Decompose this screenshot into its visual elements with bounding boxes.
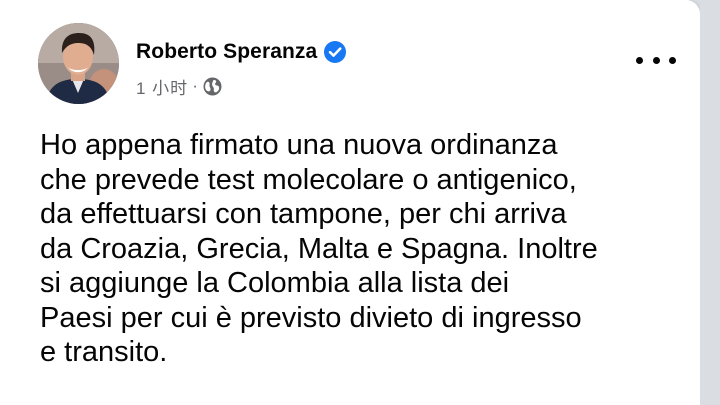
avatar-photo [38, 23, 119, 104]
more-options-icon[interactable] [636, 48, 676, 72]
author-name[interactable]: Roberto Speranza [136, 40, 317, 64]
more-dot [652, 56, 660, 64]
post-card: Roberto Speranza 1 小时 · Ho appena firmat… [0, 0, 700, 405]
meta-separator: · [192, 76, 198, 95]
globe-icon[interactable] [203, 77, 222, 96]
more-dot [669, 56, 676, 64]
post-body-text: Ho appena firmato una nuova ordinanza ch… [40, 129, 598, 368]
author-avatar[interactable] [38, 23, 119, 104]
post-timestamp[interactable]: 1 小时 [136, 74, 188, 99]
more-dot [636, 56, 643, 64]
verified-badge-icon [324, 41, 347, 63]
post-meta: 1 小时 · [136, 73, 222, 99]
page-background-strip [700, 0, 720, 405]
author-row: Roberto Speranza [136, 38, 347, 66]
